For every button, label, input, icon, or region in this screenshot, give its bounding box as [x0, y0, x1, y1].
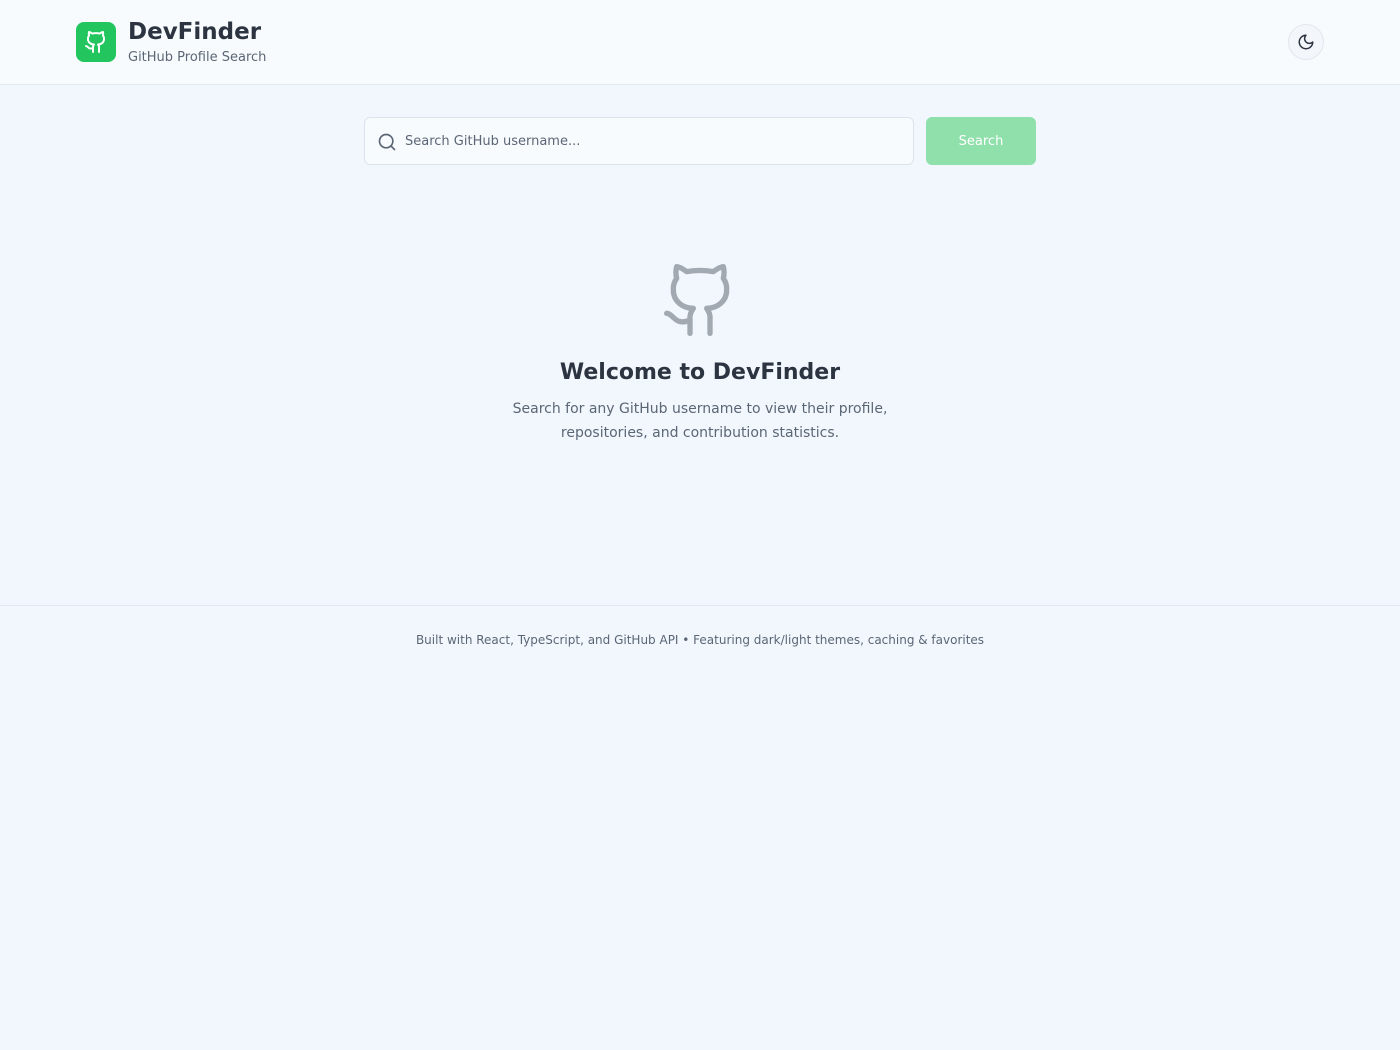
app-subtitle: GitHub Profile Search [128, 50, 267, 65]
search-icon [377, 132, 397, 152]
theme-toggle-button[interactable] [1288, 24, 1324, 60]
app-title: DevFinder [128, 19, 262, 45]
search-input[interactable] [405, 118, 905, 164]
footer-divider [0, 605, 1400, 606]
welcome-title: Welcome to DevFinder [559, 360, 841, 385]
welcome-text: Search for any GitHub username to view t… [512, 401, 888, 441]
footer-text: Built with React, TypeScript, and GitHub… [415, 633, 985, 647]
moon-icon [1298, 34, 1314, 50]
github-icon [660, 260, 740, 340]
app-header: DevFinder GitHub Profile Search [0, 0, 1400, 85]
app-logo [76, 22, 116, 62]
github-icon [85, 31, 106, 53]
search-field[interactable] [364, 117, 914, 165]
search-button[interactable]: Search [926, 117, 1036, 165]
